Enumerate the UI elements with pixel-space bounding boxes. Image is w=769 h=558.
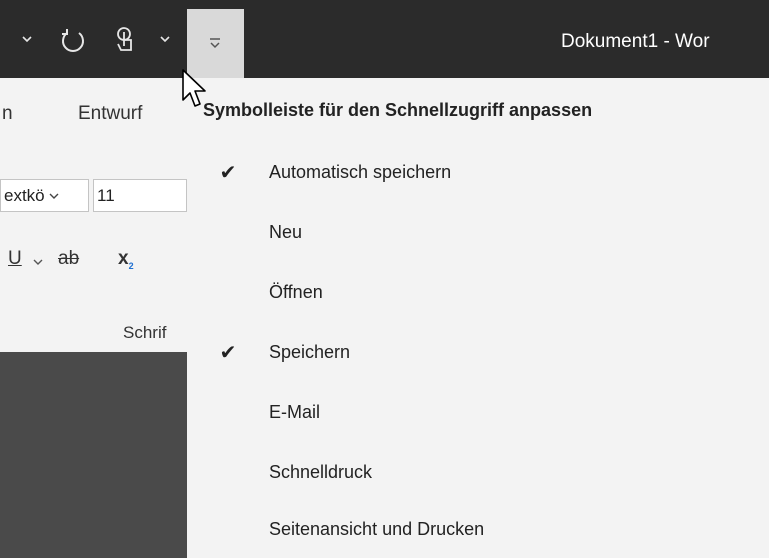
font-size-field[interactable]: 11 xyxy=(93,179,187,212)
document-title: Dokument1 - Wor xyxy=(561,31,710,52)
menu-item-seitenansicht-und-drucken[interactable]: Seitenansicht und Drucken xyxy=(187,506,769,552)
font-size-value: 11 xyxy=(97,185,115,205)
menu-item-e-mail[interactable]: E-Mail xyxy=(187,389,769,435)
menu-item-neu[interactable]: Neu xyxy=(187,209,769,255)
font-name-value: extkö xyxy=(4,185,45,205)
menu-item-label: Speichern xyxy=(269,341,351,362)
menu-item-label: Automatisch speichern xyxy=(269,161,452,182)
customize-qat-menu: Symbolleiste für den Schnellzugriff anpa… xyxy=(187,78,769,558)
ribbon: n Entwurf extkö 11 U ab x2 Schrif xyxy=(0,78,187,353)
menu-item-schnelldruck[interactable]: Schnelldruck xyxy=(187,449,769,495)
menu-item-automatisch-speichern[interactable]: ✔ Automatisch speichern xyxy=(187,149,769,195)
chevron-down-icon[interactable] xyxy=(33,254,43,272)
chevron-down-icon xyxy=(49,193,59,199)
menu-item-label: Öffnen xyxy=(269,281,323,302)
menu-item-label: Schnelldruck xyxy=(269,461,373,482)
chevron-down-icon[interactable] xyxy=(20,32,34,46)
menu-item-label: E-Mail xyxy=(269,401,321,422)
menu-item-speichern[interactable]: ✔ Speichern xyxy=(187,329,769,375)
tab-partial[interactable]: n xyxy=(2,103,13,125)
tab-entwurf[interactable]: Entwurf xyxy=(78,103,142,125)
check-icon: ✔ xyxy=(219,161,237,184)
title-bar: Dokument1 - Wor xyxy=(0,0,769,78)
redo-icon[interactable] xyxy=(56,24,90,58)
menu-item-label: Seitenansicht und Drucken xyxy=(269,518,485,539)
menu-item-label: Neu xyxy=(269,221,303,242)
font-name-dropdown[interactable]: extkö xyxy=(0,179,89,212)
touch-mode-icon[interactable] xyxy=(110,24,140,58)
subscript-button[interactable]: x2 xyxy=(118,248,134,271)
group-label-font: Schrif xyxy=(123,323,167,342)
document-workspace xyxy=(0,352,187,558)
chevron-down-icon[interactable] xyxy=(158,32,172,46)
customize-qat-icon xyxy=(203,33,227,53)
strikethrough-button[interactable]: ab xyxy=(58,248,79,270)
subscript-x: x xyxy=(118,248,129,269)
menu-item-oeffnen[interactable]: Öffnen xyxy=(187,269,769,315)
underline-button[interactable]: U xyxy=(8,248,22,270)
menu-header: Symbolleiste für den Schnellzugriff anpa… xyxy=(203,100,593,120)
subscript-2: 2 xyxy=(128,260,134,271)
mouse-cursor-icon xyxy=(182,69,206,107)
check-icon: ✔ xyxy=(219,341,237,364)
